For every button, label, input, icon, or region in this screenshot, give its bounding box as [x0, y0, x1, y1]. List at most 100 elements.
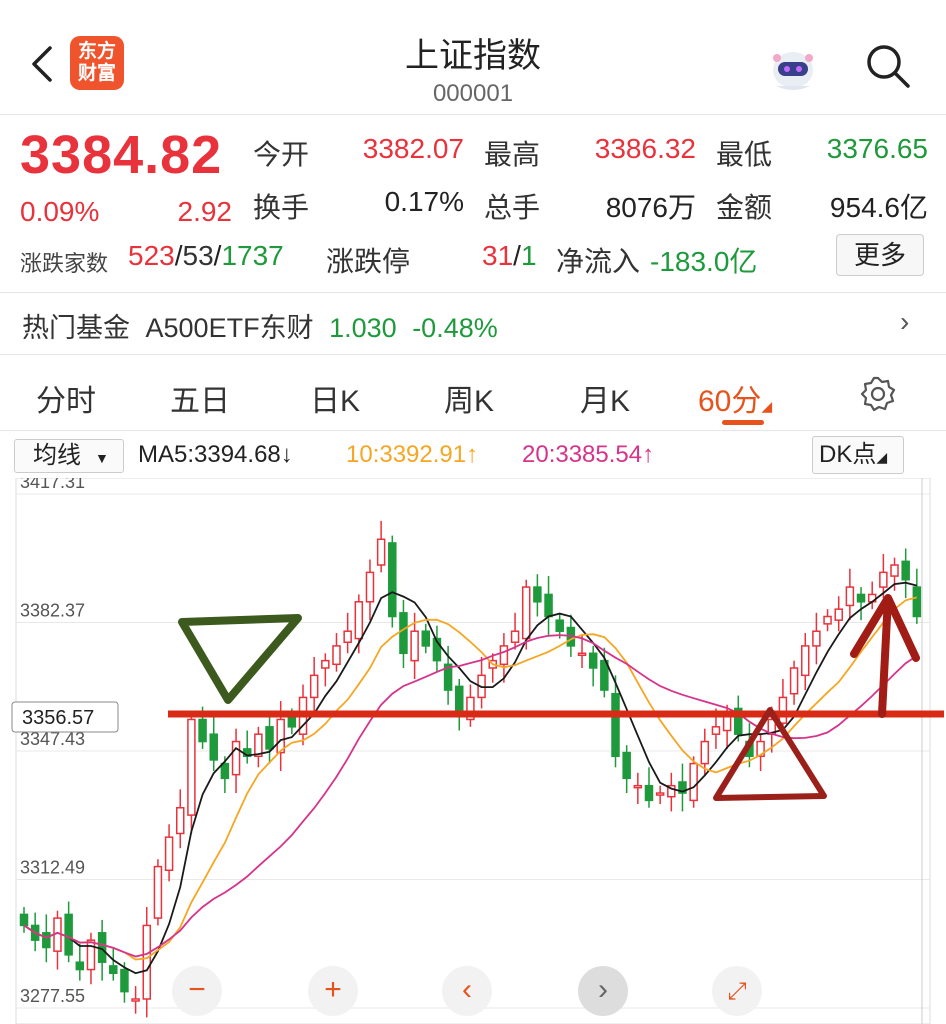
tab-five-day[interactable]: 五日: [170, 376, 230, 420]
tab-intraday[interactable]: 分时: [36, 376, 96, 420]
divider: [0, 430, 946, 431]
divider: [0, 114, 946, 115]
candle-body: [321, 659, 330, 669]
more-button[interactable]: 更多: [836, 234, 924, 276]
robot-assistant-icon[interactable]: [766, 40, 820, 94]
scroll-right-icon: ›: [598, 973, 608, 1006]
tab-60min[interactable]: 60分◢: [698, 376, 772, 420]
candle-body: [901, 560, 910, 581]
open-label: 今开: [253, 139, 310, 170]
candle-body: [711, 726, 721, 735]
breadth-flat: 53: [182, 240, 214, 271]
candle-body: [365, 571, 375, 603]
candle-body: [164, 836, 174, 872]
open-value: 3382.07: [362, 133, 464, 164]
tab-weekly-k[interactable]: 周K: [444, 376, 494, 420]
candle-body: [856, 593, 866, 603]
candle-body: [778, 696, 788, 724]
candle-body: [309, 674, 319, 699]
candle-body: [588, 652, 598, 669]
candle-body: [276, 718, 285, 754]
netflow-value: -183.0亿: [650, 246, 758, 277]
scroll-left-button[interactable]: ‹: [442, 966, 492, 1016]
zoom-in-button[interactable]: +: [308, 966, 358, 1016]
candle-body: [198, 718, 207, 743]
candle-body: [153, 865, 163, 919]
candle-body: [187, 718, 196, 816]
breadth-label: 涨跌家数: [20, 251, 109, 276]
candle-body: [533, 586, 542, 603]
candle-body: [75, 961, 85, 971]
candle-body: [343, 630, 352, 643]
candle-body: [555, 619, 564, 632]
candle-body: [19, 913, 29, 927]
candle-body: [689, 762, 698, 802]
scroll-right-button[interactable]: ›: [578, 966, 628, 1016]
candle-group: [19, 520, 922, 1018]
candle-body: [499, 645, 509, 666]
candle-body: [455, 685, 464, 713]
hot-fund-row[interactable]: 热门基金 A500ETF东财 1.030 -0.48%: [22, 306, 498, 345]
candle-body: [633, 784, 643, 789]
dropdown-arrow-icon: ▼: [95, 450, 109, 466]
dropdown-corner-icon: ◢: [876, 449, 888, 465]
candle-body: [209, 733, 218, 761]
candle-body: [388, 542, 397, 618]
tab-monthly-k[interactable]: 月K: [580, 376, 630, 420]
current-price: 3384.82: [20, 125, 223, 185]
ma10-value: 10:3392.91↑: [346, 441, 479, 468]
candle-body: [120, 968, 129, 993]
candle-body: [421, 630, 431, 647]
minus-icon: −: [188, 973, 206, 1006]
candle-body: [231, 740, 241, 776]
divider: [0, 354, 946, 355]
candle-body: [64, 913, 73, 956]
candle-body: [789, 667, 799, 695]
candle-body: [131, 998, 140, 1002]
candle-body: [399, 612, 408, 655]
limit-values: 31/1: [482, 240, 537, 271]
search-icon[interactable]: [862, 40, 914, 92]
amount-label: 金额: [716, 192, 773, 223]
candle-body: [644, 784, 654, 802]
candle-body: [812, 630, 821, 647]
gear-icon[interactable]: [858, 374, 898, 414]
triangle-down-annotation: [178, 614, 302, 704]
candle-body: [823, 615, 832, 625]
candlestick-chart[interactable]: 3417.313382.373347.433312.493277.55 3356…: [0, 478, 946, 1024]
candle-body: [265, 726, 274, 750]
indicator-selector[interactable]: 均线 ▼: [14, 439, 124, 473]
low-label: 最低: [716, 139, 773, 170]
fullscreen-button[interactable]: ⤢: [712, 966, 762, 1016]
indicator-selector-label: 均线: [33, 442, 81, 469]
candle-body: [410, 630, 419, 662]
divider: [0, 292, 946, 293]
limit-up: 31: [482, 240, 514, 271]
candle-body: [912, 586, 922, 618]
high-value: 3386.32: [594, 133, 696, 164]
y-tick-label: 3312.49: [20, 858, 85, 878]
active-tab-indicator: [722, 420, 764, 425]
y-tick-label: 3417.31: [20, 478, 85, 492]
turnover-value: 0.17%: [384, 186, 464, 217]
candle-body: [611, 692, 620, 758]
scroll-left-icon: ‹: [462, 973, 472, 1006]
amount-value: 954.6亿: [829, 192, 928, 223]
dropdown-corner-icon: ◢: [761, 398, 773, 414]
candle-body: [879, 571, 888, 588]
tab-daily-k[interactable]: 日K: [310, 376, 360, 420]
candle-body: [577, 652, 587, 657]
candle-body: [655, 792, 665, 796]
candle-body: [376, 538, 386, 566]
dk-point-button[interactable]: DK点◢: [812, 436, 904, 474]
turnover-label: 换手: [253, 192, 310, 223]
zoom-out-button[interactable]: −: [172, 966, 222, 1016]
volume-label: 总手: [484, 192, 541, 223]
ma20-value: 20:3385.54↑: [522, 441, 655, 468]
tab-60min-label: 60分: [698, 385, 762, 418]
price-label-text: 3356.57: [22, 707, 94, 729]
chevron-right-icon[interactable]: ›: [900, 306, 909, 338]
candle-body: [845, 586, 855, 607]
candle-body: [42, 932, 51, 949]
fund-name: A500ETF东财: [145, 313, 314, 343]
